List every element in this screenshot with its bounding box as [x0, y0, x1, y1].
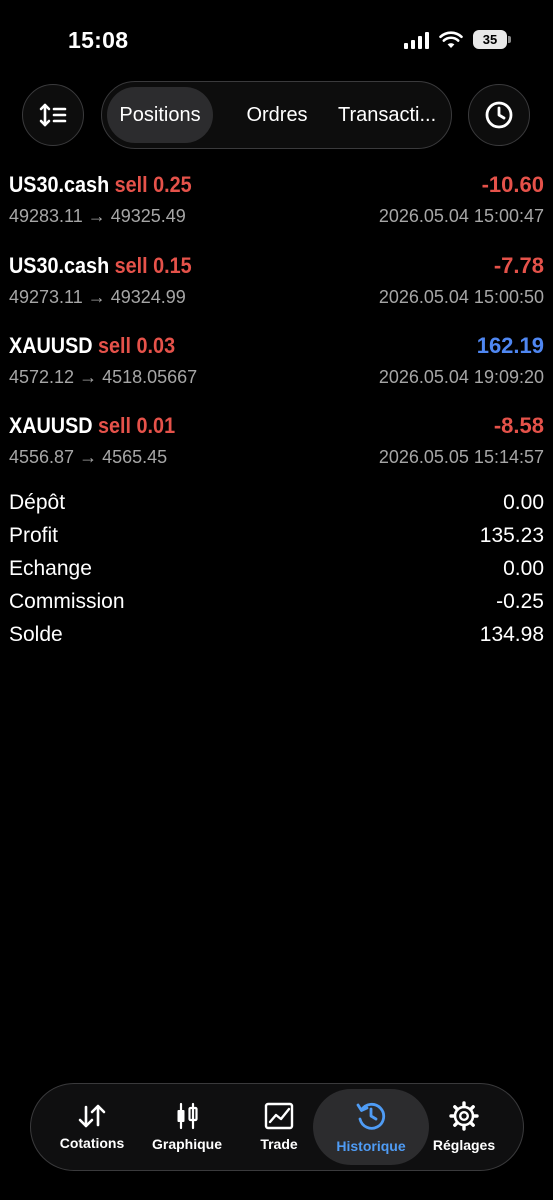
summary-row: Profit 135.23: [0, 521, 553, 554]
summary-value: 0.00: [503, 557, 544, 580]
summary-row: Commission -0.25: [0, 587, 553, 620]
trade-prices: 49273.11 → 49324.99: [9, 287, 186, 307]
tab-transactions[interactable]: Transacti...: [338, 82, 450, 148]
summary-label: Profit: [9, 524, 59, 547]
trade-symbol: XAUUSD: [9, 333, 93, 358]
summary-label: Dépôt: [9, 491, 66, 514]
tab-quotes[interactable]: Cotations: [45, 1084, 139, 1170]
tab-label: Réglages: [432, 1137, 496, 1153]
trade-side: sell 0.03: [98, 333, 176, 358]
wifi-icon: [439, 30, 463, 48]
battery-level: 35: [482, 32, 498, 47]
sort-button[interactable]: [22, 84, 84, 146]
trade-symbol: US30.cash: [9, 172, 110, 197]
history-icon: [356, 1102, 386, 1130]
tab-settings[interactable]: Réglages: [427, 1084, 501, 1170]
tab-orders[interactable]: Ordres: [228, 82, 326, 148]
trade-prices: 4556.87 → 4565.45: [9, 447, 168, 467]
summary-value: 0.00: [503, 491, 544, 514]
trade-date: 2026.05.04 15:00:47: [378, 206, 544, 226]
clock-icon: [485, 101, 513, 129]
history-segmented-control: Positions Ordres Transacti...: [101, 81, 452, 149]
summary-row: Echange 0.00: [0, 554, 553, 587]
trade-symbol: XAUUSD: [9, 413, 93, 438]
period-button[interactable]: [468, 84, 530, 146]
list-item[interactable]: XAUUSD sell 0.03 162.19 4572.12 → 4518.0…: [0, 333, 553, 403]
summary-value: 135.23: [479, 524, 544, 547]
trade-prices: 49283.11 → 49325.49: [9, 206, 186, 226]
tab-history[interactable]: Historique: [313, 1089, 429, 1165]
trade-profit: -7.78: [493, 253, 544, 278]
list-item[interactable]: US30.cash sell 0.25 -10.60 49283.11 → 49…: [0, 172, 553, 242]
tab-positions[interactable]: Positions: [107, 87, 213, 143]
trade-date: 2026.05.04 19:09:20: [378, 367, 544, 387]
trade-chart-icon: [264, 1102, 294, 1130]
summary-row: Dépôt 0.00: [0, 488, 553, 521]
tab-label: Cotations: [59, 1135, 125, 1151]
trade-date: 2026.05.05 15:14:57: [378, 447, 544, 467]
summary-row: Solde 134.98: [0, 620, 553, 653]
trade-side: sell 0.25: [114, 172, 192, 197]
quotes-arrows-icon: [78, 1104, 106, 1128]
status-time: 15:08: [68, 27, 129, 53]
tab-label: Graphique: [151, 1136, 222, 1152]
tab-label: Trade: [260, 1136, 298, 1152]
trade-symbol: US30.cash: [9, 253, 110, 278]
list-item[interactable]: US30.cash sell 0.15 -7.78 49273.11 → 493…: [0, 253, 553, 323]
bottom-tab-bar: Cotations Graphique Trade Historique Rég…: [30, 1083, 524, 1171]
gear-icon: [449, 1101, 479, 1131]
trade-profit: -8.58: [493, 413, 544, 438]
account-summary: Dépôt 0.00 Profit 135.23 Echange 0.00 Co…: [0, 488, 553, 653]
trade-profit: 162.19: [476, 333, 544, 358]
trade-profit: -10.60: [481, 172, 544, 197]
list-item[interactable]: XAUUSD sell 0.01 -8.58 4556.87 → 4565.45…: [0, 413, 553, 483]
summary-label: Solde: [9, 623, 63, 646]
sort-icon: [39, 103, 67, 127]
summary-label: Commission: [9, 590, 125, 613]
battery-icon: 35: [473, 30, 511, 49]
tab-chart[interactable]: Graphique: [143, 1084, 231, 1170]
trade-prices: 4572.12 → 4518.05667: [9, 367, 198, 387]
summary-value: -0.25: [496, 590, 544, 613]
summary-label: Echange: [9, 557, 92, 580]
cellular-signal-icon: [404, 31, 429, 49]
summary-value: 134.98: [479, 623, 544, 646]
tab-trade[interactable]: Trade: [237, 1084, 321, 1170]
candlestick-icon: [177, 1102, 198, 1130]
trade-side: sell 0.15: [114, 253, 192, 278]
trade-side: sell 0.01: [98, 413, 176, 438]
status-bar: 15:08 35: [0, 0, 553, 80]
status-indicators: 35: [404, 30, 511, 49]
trade-date: 2026.05.04 15:00:50: [378, 287, 544, 307]
tab-label: Historique: [336, 1138, 406, 1154]
